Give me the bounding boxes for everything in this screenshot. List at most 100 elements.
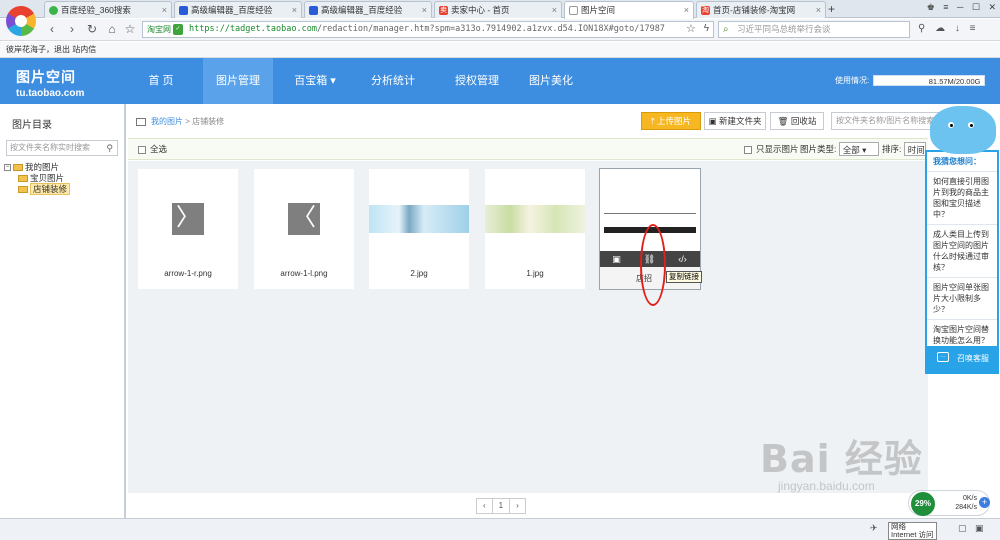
sort-label: 排序: [882, 144, 902, 154]
nav-authorization[interactable]: 授权管理 [438, 58, 516, 104]
home-icon[interactable]: ⌂ [104, 21, 120, 37]
nav-toolbox[interactable]: 百宝箱 ▾ [280, 58, 350, 104]
storage-usage: 使用情况: 81.57M/20.00G [835, 75, 986, 87]
mascot-eye [948, 122, 954, 128]
forward-icon[interactable]: › [64, 21, 80, 37]
image-card[interactable]: 〈 arrow-1-l.png [254, 169, 354, 289]
upload-image-button[interactable]: ⤒ 上传图片 [641, 112, 701, 130]
tab-label: 卖家中心 - 首页 [451, 5, 510, 15]
close-icon[interactable]: × [684, 2, 689, 18]
help-question[interactable]: 图片空间单张图片大小限制多少？ [927, 277, 997, 319]
copy-code-icon[interactable]: ‹/› [666, 251, 699, 267]
view-image-icon[interactable]: ▣ [600, 251, 633, 267]
logo-domain: tu.taobao.com [16, 88, 85, 99]
network-speed-widget[interactable]: 29% 0K/s 284K/s + [908, 490, 990, 516]
recycle-bin-button[interactable]: 🗑 回收站 [770, 112, 824, 130]
status-tools-icon[interactable]: ▢ ▣ [958, 523, 984, 534]
speed-boost-icon[interactable]: + [979, 497, 990, 508]
type-value: 全部 [842, 145, 860, 155]
tree-label: 我的图片 [25, 162, 60, 172]
sort-select[interactable]: 时间 [903, 142, 926, 156]
network-status[interactable]: 网络 Internet 访问 [888, 522, 937, 540]
tree-label: 宝贝图片 [30, 173, 65, 183]
help-question[interactable]: 成人类目上传到图片空间的图片什么时候通过审核？ [927, 224, 997, 277]
refresh-icon[interactable]: ↻ [84, 21, 100, 37]
nav-image-beautify[interactable]: 图片美化 [516, 58, 586, 104]
site-logo[interactable]: 图片空间 tu.taobao.com [16, 67, 84, 99]
new-tab-button[interactable]: + [828, 2, 835, 16]
tree-node-shop-decor[interactable]: 店铺装修 [4, 183, 71, 195]
url-input[interactable]: 淘宝网 ✓ https://tadget.taobao.com/redactio… [142, 21, 714, 38]
back-icon[interactable]: ‹ [44, 21, 60, 37]
browser-status-bar: ✈ 网络 Internet 访问 ▢ ▣ [0, 518, 1000, 540]
page-number[interactable]: 1 [491, 498, 511, 514]
only-images-checkbox[interactable]: 只显示图片 [744, 139, 799, 160]
tab-favicon-icon [569, 6, 578, 15]
nav-analytics[interactable]: 分析统计 [358, 58, 428, 104]
close-icon[interactable]: × [552, 2, 557, 18]
tree-node-root[interactable]: − 我的图片 [4, 162, 70, 173]
folder-search-input[interactable]: 按文件夹名称实时搜索 ⚲ [6, 140, 118, 156]
new-folder-icon: ▣ [708, 116, 719, 126]
mascot-elephant-icon[interactable] [930, 106, 996, 154]
image-card[interactable]: 2.jpg [369, 169, 469, 289]
usage-bar: 81.57M/20.00G [873, 75, 986, 87]
image-card[interactable]: 1.jpg [485, 169, 585, 289]
breadcrumb-current: 店铺装修 [192, 117, 225, 126]
image-name: 1.jpg [526, 269, 544, 278]
folder-icon [18, 175, 28, 183]
trash-icon: 🗑 [777, 116, 791, 126]
window-controls[interactable]: ♚ ≡ ─ ☐ ✕ [927, 2, 996, 13]
image-thumbnail[interactable]: 〈 [254, 169, 354, 261]
tab-favicon-icon [49, 6, 58, 15]
nav-image-management[interactable]: 图片管理 [203, 58, 273, 104]
image-search-placeholder: 按文件夹名称/图片名称搜索 [836, 116, 935, 125]
browser-tab-6[interactable]: 淘 首页-店铺装修-淘宝网 × [696, 1, 826, 18]
lightning-icon[interactable]: ϟ [704, 23, 709, 34]
checkbox-icon[interactable] [744, 145, 752, 154]
new-folder-button[interactable]: ▣ 新建文件夹 [704, 112, 766, 130]
next-page-button[interactable]: › [509, 498, 526, 514]
site-badge: 淘宝网 [147, 25, 171, 34]
breadcrumb: 我的图片 > 店铺装修 [136, 116, 224, 127]
speed-rates: 0K/s 284K/s [953, 494, 977, 512]
bookmark-star-icon[interactable]: ☆ [686, 22, 696, 35]
browser-search-input[interactable]: ⌕ 习近平同乌总统举行会谈 [718, 21, 910, 38]
image-type-select[interactable]: 全部 ▾ [838, 142, 879, 156]
checkbox-icon[interactable] [138, 145, 146, 154]
image-thumbnail[interactable] [485, 169, 585, 261]
breadcrumb-root[interactable]: 我的图片 [151, 117, 183, 126]
pagination: ‹ 1 › [476, 498, 526, 514]
user-status-text[interactable]: 彼岸花海子，退出 站内信 [6, 45, 96, 54]
help-question[interactable]: 如何直接引用图片到我的商品主图和宝贝描述中？ [927, 171, 997, 224]
browser-logo-icon[interactable] [6, 6, 36, 36]
copy-link-tooltip: 复制链接 [666, 271, 702, 283]
image-name: 2.jpg [410, 269, 428, 278]
collapse-toggle-icon[interactable]: − [4, 164, 11, 172]
pin-icon[interactable]: ✈ [870, 523, 878, 534]
close-icon[interactable]: × [422, 2, 427, 18]
search-icon[interactable]: ⚲ [106, 141, 113, 155]
browser-tools[interactable]: ⚲ ☁ ↓ ≡ [918, 23, 976, 34]
select-all-checkbox[interactable]: 全选 [138, 139, 167, 160]
banner-thumbnail-image [369, 205, 469, 233]
close-icon[interactable]: × [292, 2, 297, 18]
close-icon[interactable]: × [816, 2, 821, 18]
browser-tab-1[interactable]: 百度经验_360搜索 × [44, 1, 172, 18]
prev-page-button[interactable]: ‹ [476, 498, 493, 514]
url-text: https://tadget.taobao.com/redaction/mana… [189, 24, 665, 34]
tab-favicon-icon [309, 6, 318, 15]
browser-tab-2[interactable]: 高级编辑器_百度经验 × [174, 1, 302, 18]
favorite-star-icon[interactable]: ☆ [122, 21, 138, 37]
browser-tab-5[interactable]: 图片空间 × [564, 1, 694, 19]
call-service-button[interactable]: ··· 召唤客服 [927, 346, 997, 372]
browser-tab-3[interactable]: 高级编辑器_百度经验 × [304, 1, 432, 18]
image-grid: 〉 arrow-1-r.png 〈 arrow-1-l.png 2.jpg 1.… [128, 161, 928, 493]
close-icon[interactable]: × [162, 2, 167, 18]
tab-label: 首页-店铺装修-淘宝网 [713, 5, 796, 15]
image-thumbnail[interactable]: 〉 [138, 169, 238, 261]
image-card[interactable]: 〉 arrow-1-r.png [138, 169, 238, 289]
image-thumbnail[interactable] [369, 169, 469, 261]
nav-home[interactable]: 首 页 [130, 58, 192, 104]
browser-tab-4[interactable]: 卖 卖家中心 - 首页 × [434, 1, 562, 18]
